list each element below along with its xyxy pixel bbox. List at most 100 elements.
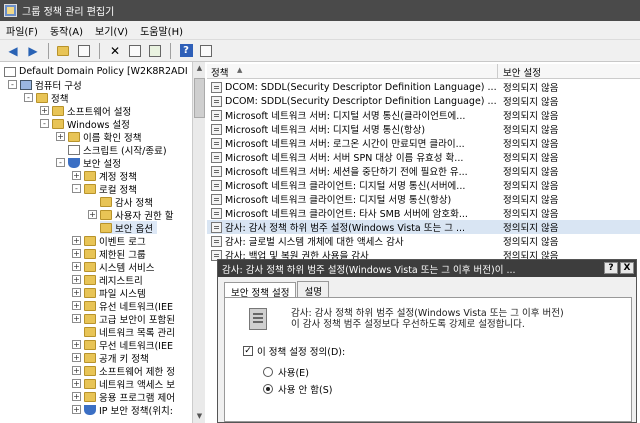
expand-icon[interactable]: + xyxy=(72,301,81,310)
policy-item-icon xyxy=(211,151,222,163)
list-row[interactable]: DCOM: SDDL(Security Descriptor Definitio… xyxy=(207,94,640,108)
back-icon[interactable]: ◀ xyxy=(4,42,22,60)
tree-item-software-restriction[interactable]: + 소프트웨어 제한 정 xyxy=(72,364,175,378)
folder-icon xyxy=(36,92,48,103)
enable-radio-row[interactable]: 사용(E) xyxy=(263,365,309,379)
expand-icon[interactable]: + xyxy=(72,171,81,180)
tree-item-default-domain-policy[interactable]: Default Domain Policy [W2K8R2ADI xyxy=(4,65,188,78)
tree-item-software-settings[interactable]: + 소프트웨어 설정 xyxy=(40,104,131,118)
tree-scrollbar[interactable]: ▲ ▼ xyxy=(192,62,205,423)
export-icon[interactable] xyxy=(146,42,164,60)
expand-icon[interactable]: + xyxy=(56,132,65,141)
tree-item-public-key-policies[interactable]: + 공개 키 정책 xyxy=(72,351,149,365)
up-folder-icon[interactable] xyxy=(55,42,73,60)
list-row[interactable]: Microsoft 네트워크 클라이언트: 타사 SMB 서버에 암호화... 정… xyxy=(207,206,640,220)
help-button[interactable]: ? xyxy=(604,262,618,274)
tree-item-ip-security-policies[interactable]: + IP 보안 정책(위치: xyxy=(72,403,173,417)
column-header-policy[interactable]: 정책 xyxy=(211,65,228,79)
collapse-icon[interactable]: - xyxy=(72,184,81,193)
folder-icon xyxy=(84,235,96,246)
tree-item-security-options[interactable]: 보안 옵션 xyxy=(100,221,157,235)
properties-icon[interactable] xyxy=(126,42,144,60)
menu-action[interactable]: 동작(A) xyxy=(44,23,89,38)
define-policy-checkbox[interactable]: ✓ xyxy=(243,346,253,356)
expand-icon[interactable]: + xyxy=(40,106,49,115)
tree-item-scripts[interactable]: 스크립트 (시작/종료) xyxy=(68,143,167,157)
show-hide-tree-icon[interactable] xyxy=(75,42,93,60)
scroll-thumb[interactable] xyxy=(194,78,205,118)
disable-radio[interactable] xyxy=(263,384,273,394)
tree-item-file-system[interactable]: + 파일 시스템 xyxy=(72,286,146,300)
tree-item-restricted-groups[interactable]: + 제한된 그룹 xyxy=(72,247,146,261)
tree-item-application-control[interactable]: + 응용 프로그램 제어 xyxy=(72,390,175,404)
expand-icon[interactable]: + xyxy=(72,262,81,271)
disable-radio-row[interactable]: 사용 안 함(S) xyxy=(263,382,332,396)
tree-item-security-settings[interactable]: - 보안 설정 xyxy=(56,156,121,170)
tree-item-windows-settings[interactable]: - Windows 설정 xyxy=(40,117,130,131)
tree-item-user-rights[interactable]: + 사용자 권한 할 xyxy=(88,208,173,222)
collapse-icon[interactable]: - xyxy=(8,80,17,89)
list-row[interactable]: 감사: 글로벌 시스템 개체에 대한 액세스 감사 정의되지 않음 xyxy=(207,234,640,248)
collapse-icon[interactable]: - xyxy=(56,158,65,167)
tree-item-wired-network[interactable]: + 유선 네트워크(IEE xyxy=(72,299,173,313)
tab-explain[interactable]: 설명 xyxy=(297,281,329,298)
tree-item-system-services[interactable]: + 시스템 서비스 xyxy=(72,260,154,274)
scroll-up-icon[interactable]: ▲ xyxy=(193,62,206,75)
menu-view[interactable]: 보기(V) xyxy=(89,23,134,38)
tree-item-local-policies[interactable]: - 로컬 정책 xyxy=(72,182,137,196)
dialog-titlebar[interactable]: 감사: 감사 정책 하위 범주 설정(Windows Vista 또는 그 이후… xyxy=(218,260,636,277)
collapse-icon[interactable]: - xyxy=(40,119,49,128)
menu-help[interactable]: 도움말(H) xyxy=(134,23,189,38)
tree-item-policies[interactable]: - 정책 xyxy=(24,91,68,105)
tree-item-network-list-manager[interactable]: 네트워크 목록 관리 xyxy=(84,325,175,339)
tree-pane: Default Domain Policy [W2K8R2ADI - 컴퓨터 구… xyxy=(0,62,205,423)
menu-file[interactable]: 파일(F) xyxy=(0,23,44,38)
expand-icon[interactable]: + xyxy=(72,275,81,284)
tree-item-registry[interactable]: + 레지스트리 xyxy=(72,273,143,287)
tree-item-advanced-firewall[interactable]: + 고급 보안이 포함된 xyxy=(72,312,175,326)
scroll-down-icon[interactable]: ▼ xyxy=(193,410,206,423)
expand-icon[interactable]: + xyxy=(72,353,81,362)
tree-item-wireless-network[interactable]: + 무선 네트워크(IEE xyxy=(72,338,173,352)
column-divider[interactable] xyxy=(497,64,498,79)
list-row[interactable]: DCOM: SDDL(Security Descriptor Definitio… xyxy=(207,80,640,94)
enable-radio[interactable] xyxy=(263,367,273,377)
tree-item-computer-config[interactable]: - 컴퓨터 구성 xyxy=(8,78,82,92)
list-header: 정책 ▲ 보안 설정 xyxy=(207,64,640,79)
expand-icon[interactable]: + xyxy=(72,288,81,297)
expand-icon[interactable]: + xyxy=(88,210,97,219)
disable-label: 사용 안 함(S) xyxy=(278,385,333,396)
expand-icon[interactable]: + xyxy=(72,392,81,401)
delete-icon[interactable]: ✕ xyxy=(106,42,124,60)
expand-icon[interactable]: + xyxy=(72,379,81,388)
folder-icon xyxy=(100,196,112,207)
define-policy-checkbox-row[interactable]: ✓ 이 정책 설정 정의(D): xyxy=(243,344,345,358)
list-row[interactable]: Microsoft 네트워크 서버: 디지털 서명 통신(항상) 정의되지 않음 xyxy=(207,122,640,136)
collapse-icon[interactable]: - xyxy=(24,93,33,102)
list-row[interactable]: Microsoft 네트워크 서버: 로그온 시간이 만료되면 클라이... 정의… xyxy=(207,136,640,150)
dialog-tabs: 보안 정책 설정 설명 xyxy=(224,281,330,299)
expand-icon[interactable]: + xyxy=(72,405,81,414)
list-row[interactable]: Microsoft 네트워크 서버: 디지털 서명 통신(클라이언트에... 정의… xyxy=(207,108,640,122)
expand-icon[interactable]: + xyxy=(72,366,81,375)
list-row[interactable]: Microsoft 네트워크 서버: 세션을 중단하기 전에 필요한 유... 정… xyxy=(207,164,640,178)
expand-icon[interactable]: + xyxy=(72,249,81,258)
column-header-setting[interactable]: 보안 설정 xyxy=(503,65,541,79)
list-row[interactable]: Microsoft 네트워크 클라이언트: 디지털 서명 통신(항상) 정의되지 … xyxy=(207,192,640,206)
list-row[interactable]: Microsoft 네트워크 서버: 서버 SPN 대상 이름 유효성 확...… xyxy=(207,150,640,164)
tree-item-event-log[interactable]: + 이벤트 로그 xyxy=(72,234,146,248)
expand-icon[interactable]: + xyxy=(72,340,81,349)
help-icon[interactable]: ? xyxy=(177,42,195,60)
tree-item-account-policies[interactable]: + 계정 정책 xyxy=(72,169,137,183)
forward-icon[interactable]: ▶ xyxy=(24,42,42,60)
tree-item-name-resolution-policy[interactable]: + 이름 확인 정책 xyxy=(56,130,141,144)
list-row-selected[interactable]: 감사: 감사 정책 하위 범주 설정(Windows Vista 또는 그 ..… xyxy=(207,220,640,234)
expand-icon[interactable]: + xyxy=(72,314,81,323)
close-button[interactable]: X xyxy=(620,262,634,274)
list-row[interactable]: Microsoft 네트워크 클라이언트: 디지털 서명 통신(서버에... 정의… xyxy=(207,178,640,192)
expand-icon[interactable]: + xyxy=(72,236,81,245)
action-pane-icon[interactable] xyxy=(197,42,215,60)
tree-item-network-access-protection[interactable]: + 네트워크 액세스 보 xyxy=(72,377,175,391)
tree-item-audit-policy[interactable]: 감사 정책 xyxy=(100,195,153,209)
folder-icon xyxy=(52,105,64,116)
